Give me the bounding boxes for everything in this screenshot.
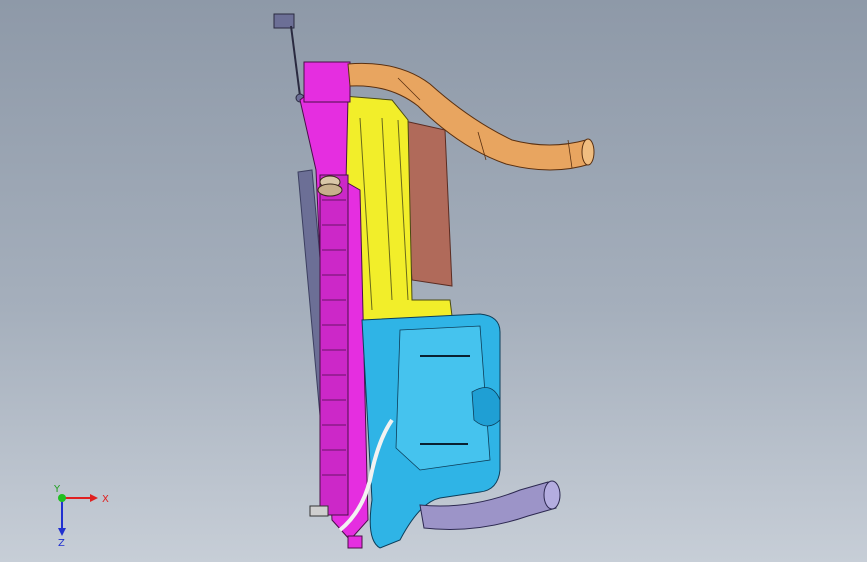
cooling-module-assembly[interactable] bbox=[0, 0, 867, 562]
radiator-cap[interactable] bbox=[317, 175, 343, 197]
y-axis-label: Y bbox=[53, 484, 61, 495]
axis-triad: X Y Z bbox=[53, 484, 109, 548]
mounting-bracket[interactable] bbox=[273, 13, 305, 103]
cad-3d-viewport[interactable]: X Y Z bbox=[0, 0, 867, 562]
x-axis-label: X bbox=[102, 494, 109, 505]
z-axis-label: Z bbox=[58, 538, 65, 548]
